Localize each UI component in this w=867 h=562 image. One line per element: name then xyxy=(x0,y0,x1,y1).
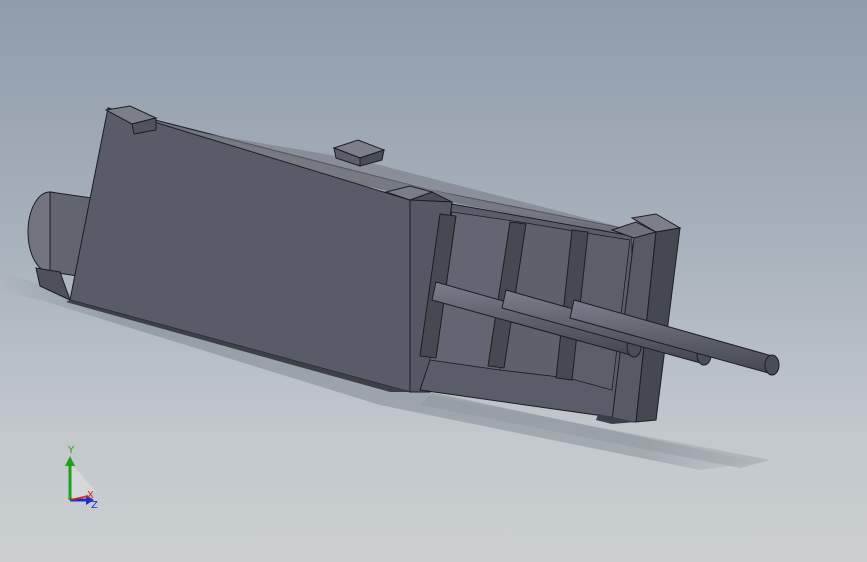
reference-triad: Y X Z xyxy=(65,445,98,511)
graphics-viewport[interactable]: Y X Z xyxy=(0,0,867,562)
y-axis-label: Y xyxy=(67,445,75,456)
3d-model[interactable] xyxy=(0,0,867,562)
z-axis-label: Z xyxy=(91,500,98,511)
